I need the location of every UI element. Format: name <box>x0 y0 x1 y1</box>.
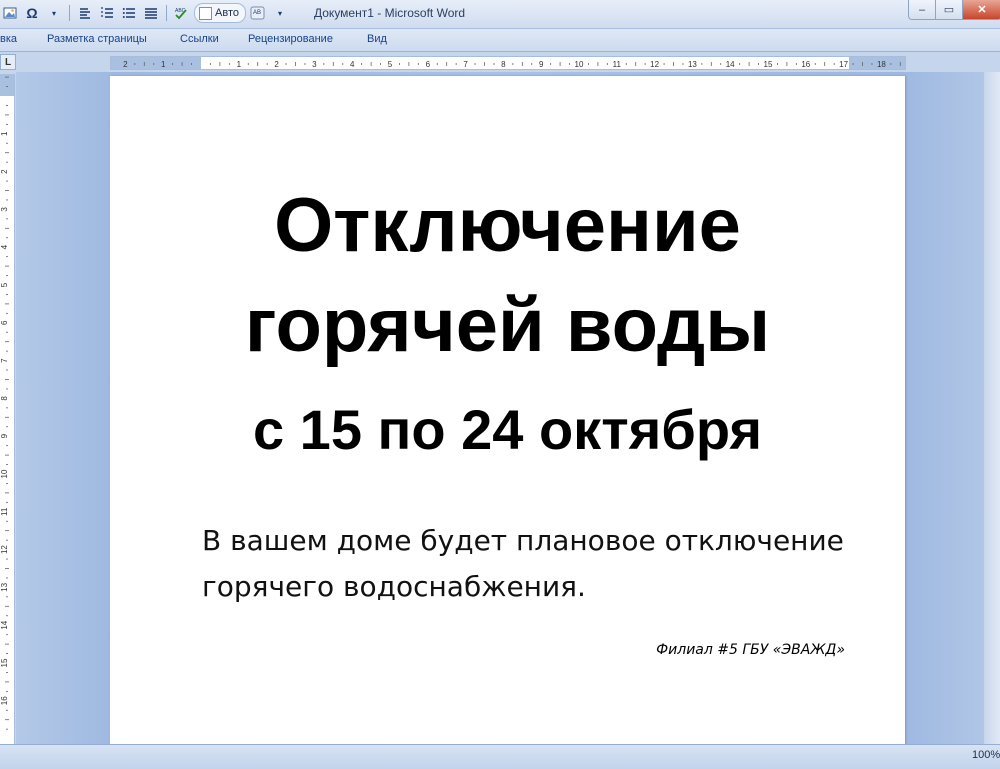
ruler-label: 2 <box>0 169 9 174</box>
ruler-label: 9 <box>0 433 9 438</box>
tab-review[interactable]: Рецензирование <box>248 33 333 45</box>
ruler-label: 1 <box>0 131 9 136</box>
ruler-label: 14 <box>726 60 735 69</box>
ruler-label: 8 <box>501 60 506 69</box>
ribbon-tabs: вка Разметка страницы Ссылки Рецензирова… <box>0 29 1000 52</box>
ruler-label: 9 <box>539 60 544 69</box>
document-page[interactable]: Отключение горячей воды с 15 по 24 октяб… <box>110 76 905 746</box>
dropdown-arrow-icon[interactable]: ▾ <box>44 4 64 22</box>
customize-toolbar-icon[interactable]: ▾ <box>270 4 290 22</box>
tab-page-layout[interactable]: Разметка страницы <box>47 33 147 45</box>
ruler-label: 1 <box>161 60 166 69</box>
outline-icon[interactable] <box>75 4 95 22</box>
tab-view[interactable]: Вид <box>367 33 387 45</box>
auto-label: Авто <box>215 7 239 19</box>
zoom-level[interactable]: 100% <box>966 749 1000 761</box>
picture-icon[interactable] <box>0 4 20 22</box>
ruler-label: 10 <box>575 60 584 69</box>
ruler-label: 1 <box>237 60 242 69</box>
date-range: с 15 по 24 октября <box>252 398 763 461</box>
ruler-label: 5 <box>0 282 9 287</box>
ruler-label: 11 <box>613 60 622 69</box>
heading-line-2: горячей воды <box>244 283 771 368</box>
heading-line-1: Отключение <box>274 183 741 268</box>
signature: Филиал #5 ГБУ «ЭВАЖД» <box>656 642 845 658</box>
ruler-label: 3 <box>312 60 317 69</box>
separator <box>166 5 167 21</box>
body-paragraph: В вашем доме будет плановое отключение г… <box>202 524 844 603</box>
horizontal-ruler[interactable]: 2 1 1 2 3 4 5 6 7 8 9 10 11 12 13 14 15 16 17 18 <box>110 56 906 70</box>
tab-selector-button[interactable]: L <box>0 54 16 70</box>
quick-access-toolbar: Ω ▾ ABC Авто AB ▾ <box>0 3 290 23</box>
close-button[interactable]: ✕ <box>962 0 1000 20</box>
list-icon[interactable] <box>119 4 139 22</box>
ruler-label: 13 <box>0 582 9 591</box>
ruler-label: 7 <box>0 358 9 363</box>
ruler-label: 7 <box>463 60 468 69</box>
ruler-label: 4 <box>0 244 9 249</box>
ruler-label: 2 <box>274 60 279 69</box>
vertical-ruler[interactable]: 1 2 3 4 5 6 7 8 9 10 11 12 13 14 15 16 <box>0 74 15 744</box>
tab-references[interactable]: Ссылки <box>180 33 219 45</box>
ruler-label: 14 <box>0 620 9 629</box>
window-title: Документ1 - Microsoft Word <box>314 6 466 20</box>
ruler-label: 13 <box>688 60 697 69</box>
ruler-label: 2 <box>123 60 128 69</box>
ruler-label: 15 <box>764 60 773 69</box>
auto-checkbox[interactable] <box>199 6 212 20</box>
separator <box>69 5 70 21</box>
ruler-label: 3 <box>0 207 9 212</box>
ruler-label: 16 <box>0 696 9 705</box>
justify-icon[interactable] <box>141 4 161 22</box>
ruler-label: 6 <box>0 320 9 325</box>
minimize-button[interactable]: – <box>908 0 936 20</box>
spelling-icon[interactable]: ABC <box>172 4 192 22</box>
ruler-label: 5 <box>388 60 393 69</box>
tab-insert[interactable]: вка <box>0 33 17 45</box>
ruler-label: 10 <box>0 469 9 478</box>
ruler-ticks-vertical: 12345678910111213141516 <box>0 76 9 730</box>
ruler-label: 15 <box>0 658 9 667</box>
ruler-ticks: 2 1 1 2 3 4 5 6 7 8 9 10 11 12 13 14 15 16 17 18 <box>123 60 901 69</box>
svg-text:AB: AB <box>253 10 261 16</box>
ruler-label: 4 <box>350 60 355 69</box>
status-bar: 100% <box>0 744 1000 769</box>
ruler-label: 6 <box>426 60 431 69</box>
title-bar: Ω ▾ ABC Авто AB ▾ Документ1 - Microsoft … <box>0 0 1000 29</box>
ruler-label: 18 <box>877 60 886 69</box>
numbering-icon[interactable] <box>97 4 117 22</box>
ruler-label: 16 <box>801 60 810 69</box>
vertical-scrollbar[interactable] <box>984 72 1000 744</box>
ruler-label: 17 <box>839 60 848 69</box>
maximize-button[interactable]: ▭ <box>935 0 963 20</box>
ruler-label: 11 <box>0 507 9 516</box>
abc-icon[interactable]: AB <box>248 4 268 22</box>
auto-check-control[interactable]: Авто <box>194 3 246 23</box>
omega-icon[interactable]: Ω <box>22 4 42 22</box>
ruler-label: 12 <box>650 60 659 69</box>
ruler-label: 12 <box>0 545 9 554</box>
ruler-label: 8 <box>0 396 9 401</box>
